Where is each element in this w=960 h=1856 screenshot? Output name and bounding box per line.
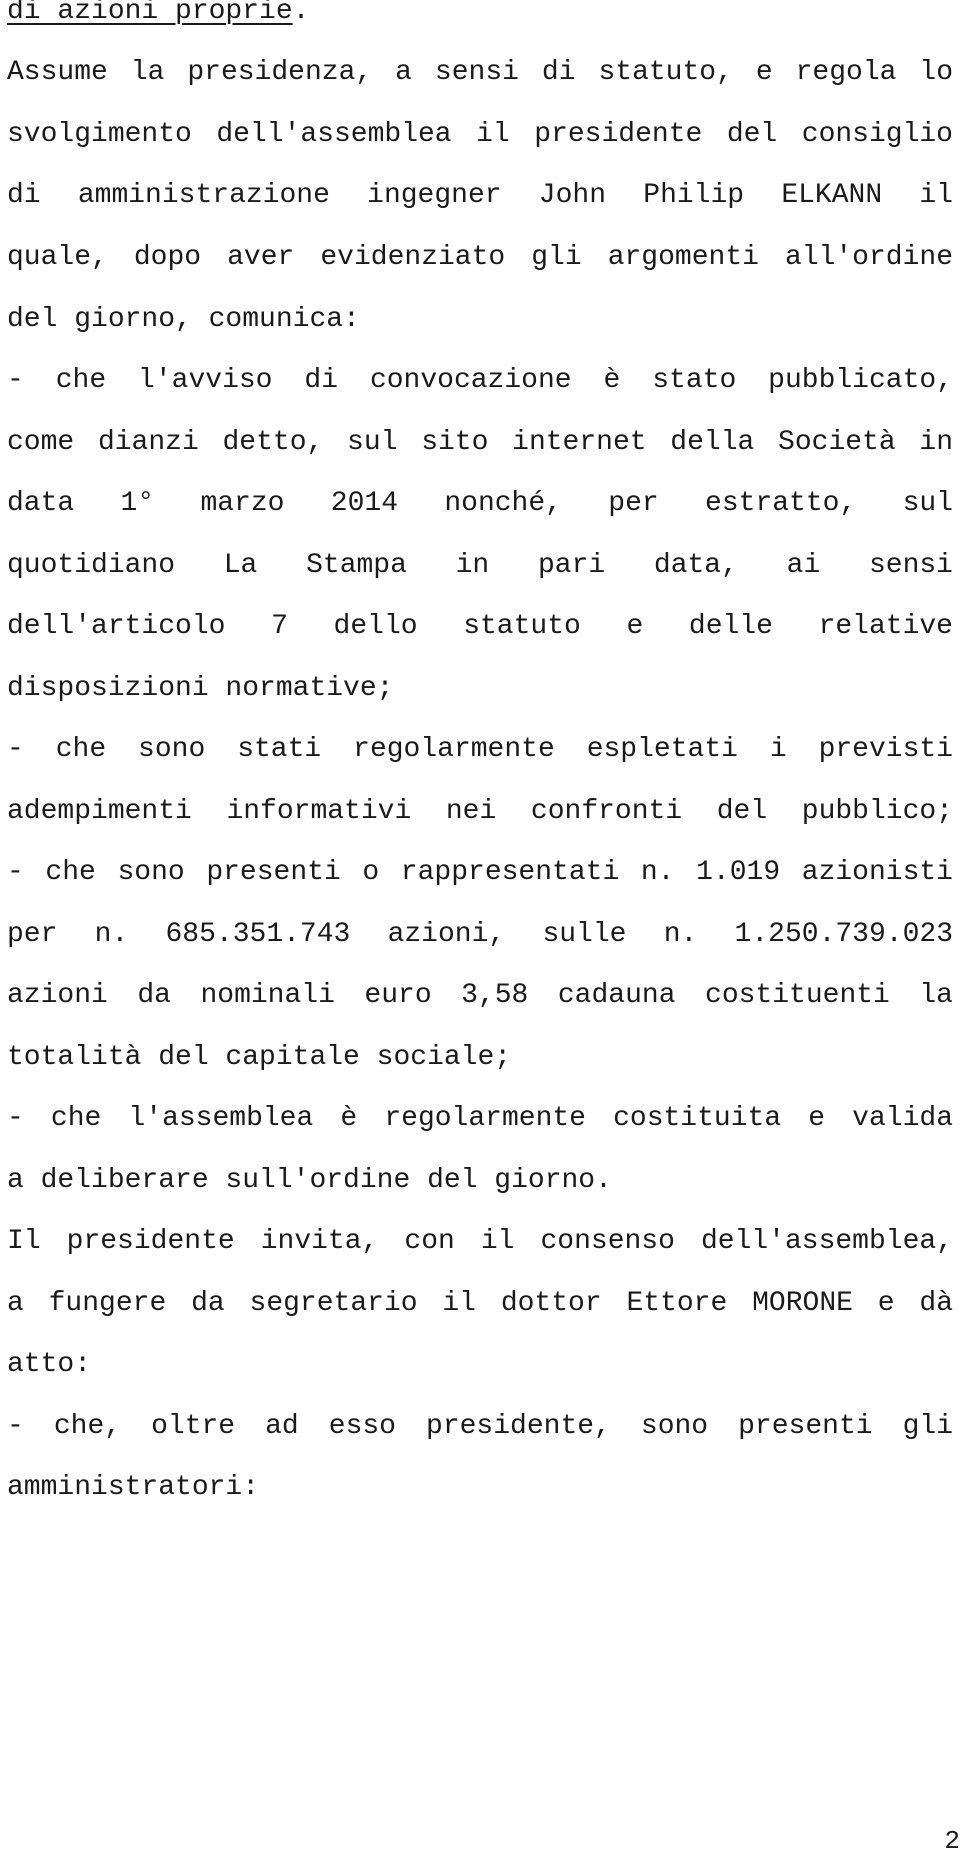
text-line: - che, oltre ad esso presidente, sono pr…: [7, 1411, 953, 1442]
text-line: atto:: [7, 1349, 92, 1380]
text-line: Assume la presidenza, a sensi di statuto…: [7, 57, 953, 88]
text-line: amministratori:: [7, 1472, 260, 1503]
text-line: Il presidente invita, con il consenso de…: [7, 1226, 953, 1257]
document-page: di azioni proprie. Assume la presidenza,…: [0, 0, 960, 1856]
text-line: come dianzi detto, sul sito internet del…: [7, 427, 953, 458]
text-line: quotidiano La Stampa in pari data, ai se…: [7, 550, 953, 581]
text-line: data 1° marzo 2014 nonché, per estratto,…: [7, 488, 953, 519]
text-line: - che l'avviso di convocazione è stato p…: [7, 365, 953, 396]
text-line: disposizioni normative;: [7, 673, 394, 704]
text-line: del giorno, comunica:: [7, 304, 360, 335]
text-line: totalità del capitale sociale;: [7, 1042, 512, 1073]
text-line: per n. 685.351.743 azioni, sulle n. 1.25…: [7, 919, 953, 950]
text-line: a fungere da segretario il dottor Ettore…: [7, 1288, 953, 1319]
text-line: di amministrazione ingegner John Philip …: [7, 180, 953, 211]
page-number: 2: [944, 1826, 960, 1856]
text-line: azioni da nominali euro 3,58 cadauna cos…: [7, 980, 953, 1011]
trailing-period: .: [292, 0, 310, 27]
text-line: adempimenti informativi nei confronti de…: [7, 796, 953, 827]
underlined-phrase: di azioni proprie: [7, 0, 293, 27]
text-line: a deliberare sull'ordine del giorno.: [7, 1165, 612, 1196]
text-line: - che l'assemblea è regolarmente costitu…: [7, 1103, 953, 1134]
text-line: quale, dopo aver evidenziato gli argomen…: [7, 242, 953, 273]
text-line: - che sono stati regolarmente espletati …: [7, 734, 953, 765]
text-line: - che sono presenti o rappresentati n. 1…: [7, 857, 953, 888]
text-line: svolgimento dell'assemblea il presidente…: [7, 119, 953, 150]
text-line-heading: di azioni proprie.: [7, 0, 953, 32]
text-line: dell'articolo 7 dello statuto e delle re…: [7, 611, 953, 642]
